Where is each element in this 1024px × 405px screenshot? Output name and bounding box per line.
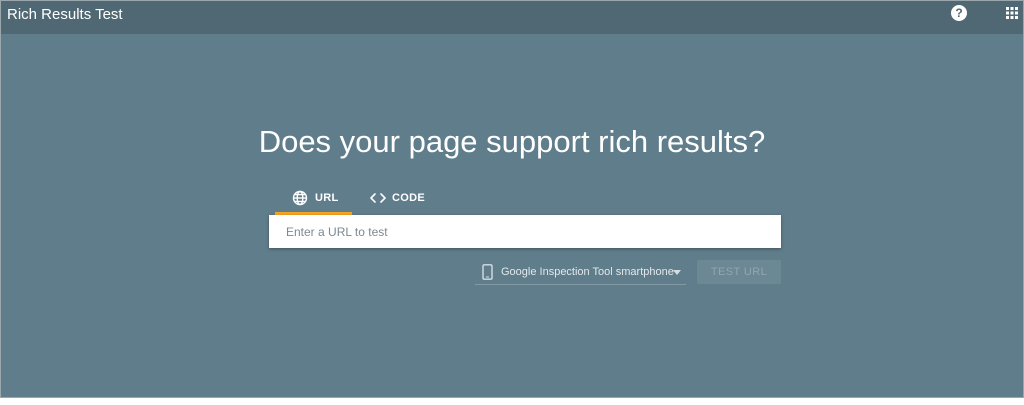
- code-brackets-icon: [370, 193, 386, 203]
- top-app-bar: Rich Results Test ?: [1, 1, 1023, 34]
- tab-url[interactable]: URL: [275, 187, 352, 215]
- test-url-button[interactable]: TEST URL: [697, 260, 781, 284]
- url-input[interactable]: [269, 215, 781, 248]
- device-select-label: Google Inspection Tool smartphone: [501, 266, 674, 278]
- globe-icon: [292, 190, 308, 206]
- tab-code-label: CODE: [392, 192, 425, 204]
- apps-grid-icon[interactable]: [1005, 6, 1019, 20]
- app-frame: Rich Results Test ? Does your page suppo…: [0, 0, 1024, 398]
- chevron-down-icon: [673, 270, 681, 275]
- help-icon[interactable]: ?: [951, 5, 967, 21]
- smartphone-icon: [482, 264, 493, 280]
- device-select[interactable]: Google Inspection Tool smartphone: [475, 260, 686, 285]
- page-headline: Does your page support rich results?: [258, 124, 766, 159]
- tab-code[interactable]: CODE: [357, 187, 435, 215]
- tab-url-label: URL: [315, 192, 339, 204]
- app-title: Rich Results Test: [7, 6, 123, 23]
